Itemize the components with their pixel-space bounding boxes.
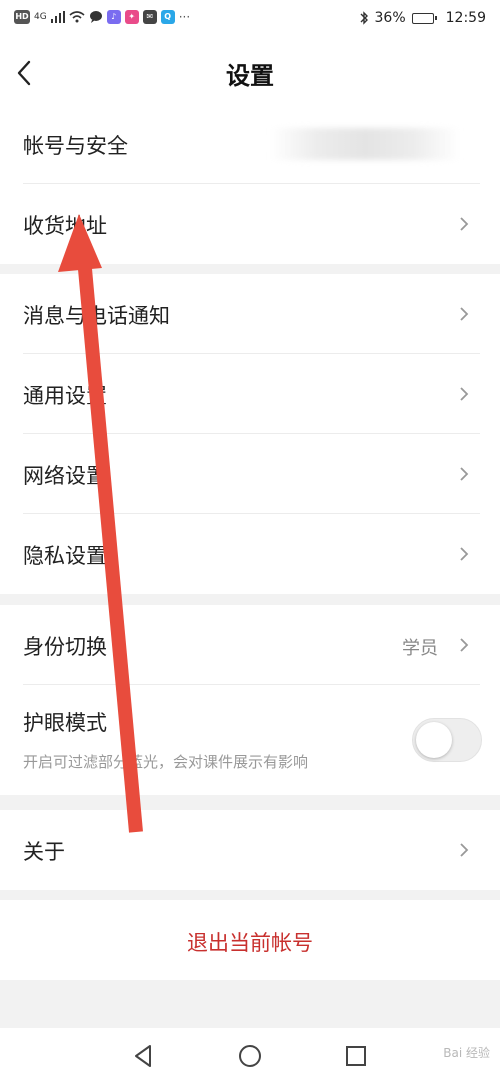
mail-app-icon: ✉ <box>142 10 157 24</box>
general-settings-label: 通用设置 <box>23 384 107 408</box>
watermark: Bai 经验 <box>443 1046 490 1060</box>
eye-care-mode-label: 护眼模式 <box>23 711 107 735</box>
about-label: 关于 <box>23 840 65 864</box>
chevron-right-icon <box>460 387 469 401</box>
account-security-row[interactable]: 帐号与安全 <box>0 104 500 184</box>
chevron-right-icon <box>460 843 469 857</box>
chevron-right-icon <box>460 307 469 321</box>
identity-switch-row[interactable]: 身份切换 学员 <box>0 605 500 685</box>
bluetooth-icon <box>360 11 368 25</box>
blurred-account-value <box>270 128 460 160</box>
account-security-label: 帐号与安全 <box>23 134 128 158</box>
header: 设置 <box>0 38 500 110</box>
identity-switch-label: 身份切换 <box>23 635 107 659</box>
general-settings-row[interactable]: 通用设置 <box>0 354 500 434</box>
settings-group-general: 消息与电话通知 通用设置 网络设置 隐私设置 <box>0 274 500 594</box>
toggle-knob <box>416 722 452 758</box>
system-nav-bar: Bai 经验 <box>0 1028 500 1083</box>
battery-icon <box>411 12 437 24</box>
page-title: 设置 <box>226 62 274 90</box>
settings-group-about: 关于 <box>0 810 500 890</box>
music-app-icon: ♪ <box>106 10 121 24</box>
shipping-address-row[interactable]: 收货地址 <box>0 184 500 264</box>
chevron-right-icon <box>460 638 469 652</box>
status-icons-right: 36% 12:59 <box>359 10 486 26</box>
eye-care-mode-description: 开启可过滤部分蓝光，会对课件展示有影响 <box>23 753 309 771</box>
shipping-address-label: 收货地址 <box>23 214 107 238</box>
clock: 12:59 <box>445 10 486 26</box>
logout-label: 退出当前帐号 <box>187 931 313 955</box>
gallery-app-icon: ✦ <box>124 10 139 24</box>
hd-badge: HD <box>14 10 30 24</box>
privacy-settings-row[interactable]: 隐私设置 <box>0 514 500 594</box>
network-settings-label: 网络设置 <box>23 464 107 488</box>
chat-icon <box>89 11 102 23</box>
identity-value: 学员 <box>402 638 438 659</box>
eye-care-mode-toggle[interactable] <box>412 718 482 762</box>
settings-group-profile: 身份切换 学员 护眼模式 开启可过滤部分蓝光，会对课件展示有影响 <box>0 605 500 795</box>
privacy-settings-label: 隐私设置 <box>23 544 107 568</box>
chevron-right-icon <box>460 217 469 231</box>
signal-icon <box>50 11 65 23</box>
settings-group-account: 帐号与安全 收货地址 <box>0 104 500 264</box>
chevron-right-icon <box>460 547 469 561</box>
notifications-row[interactable]: 消息与电话通知 <box>0 274 500 354</box>
network-type: 4G <box>34 12 47 22</box>
nav-recents-icon[interactable] <box>342 1042 370 1070</box>
status-bar: HD 4G ♪ ✦ ✉ Q ··· 36% 12:59 <box>0 0 500 38</box>
search-app-icon: Q <box>160 10 175 24</box>
about-row[interactable]: 关于 <box>0 810 500 890</box>
nav-home-icon[interactable] <box>236 1042 264 1070</box>
nav-back-icon[interactable] <box>130 1042 158 1070</box>
notifications-label: 消息与电话通知 <box>23 304 170 328</box>
network-settings-row[interactable]: 网络设置 <box>0 434 500 514</box>
status-icons-left: HD 4G ♪ ✦ ✉ Q ··· <box>14 10 190 24</box>
battery-percent: 36% <box>374 10 406 26</box>
wifi-icon <box>69 11 85 23</box>
more-notifications-icon: ··· <box>178 10 191 24</box>
logout-button[interactable]: 退出当前帐号 <box>0 900 500 980</box>
eye-care-mode-row: 护眼模式 开启可过滤部分蓝光，会对课件展示有影响 <box>0 685 500 795</box>
chevron-right-icon <box>460 467 469 481</box>
